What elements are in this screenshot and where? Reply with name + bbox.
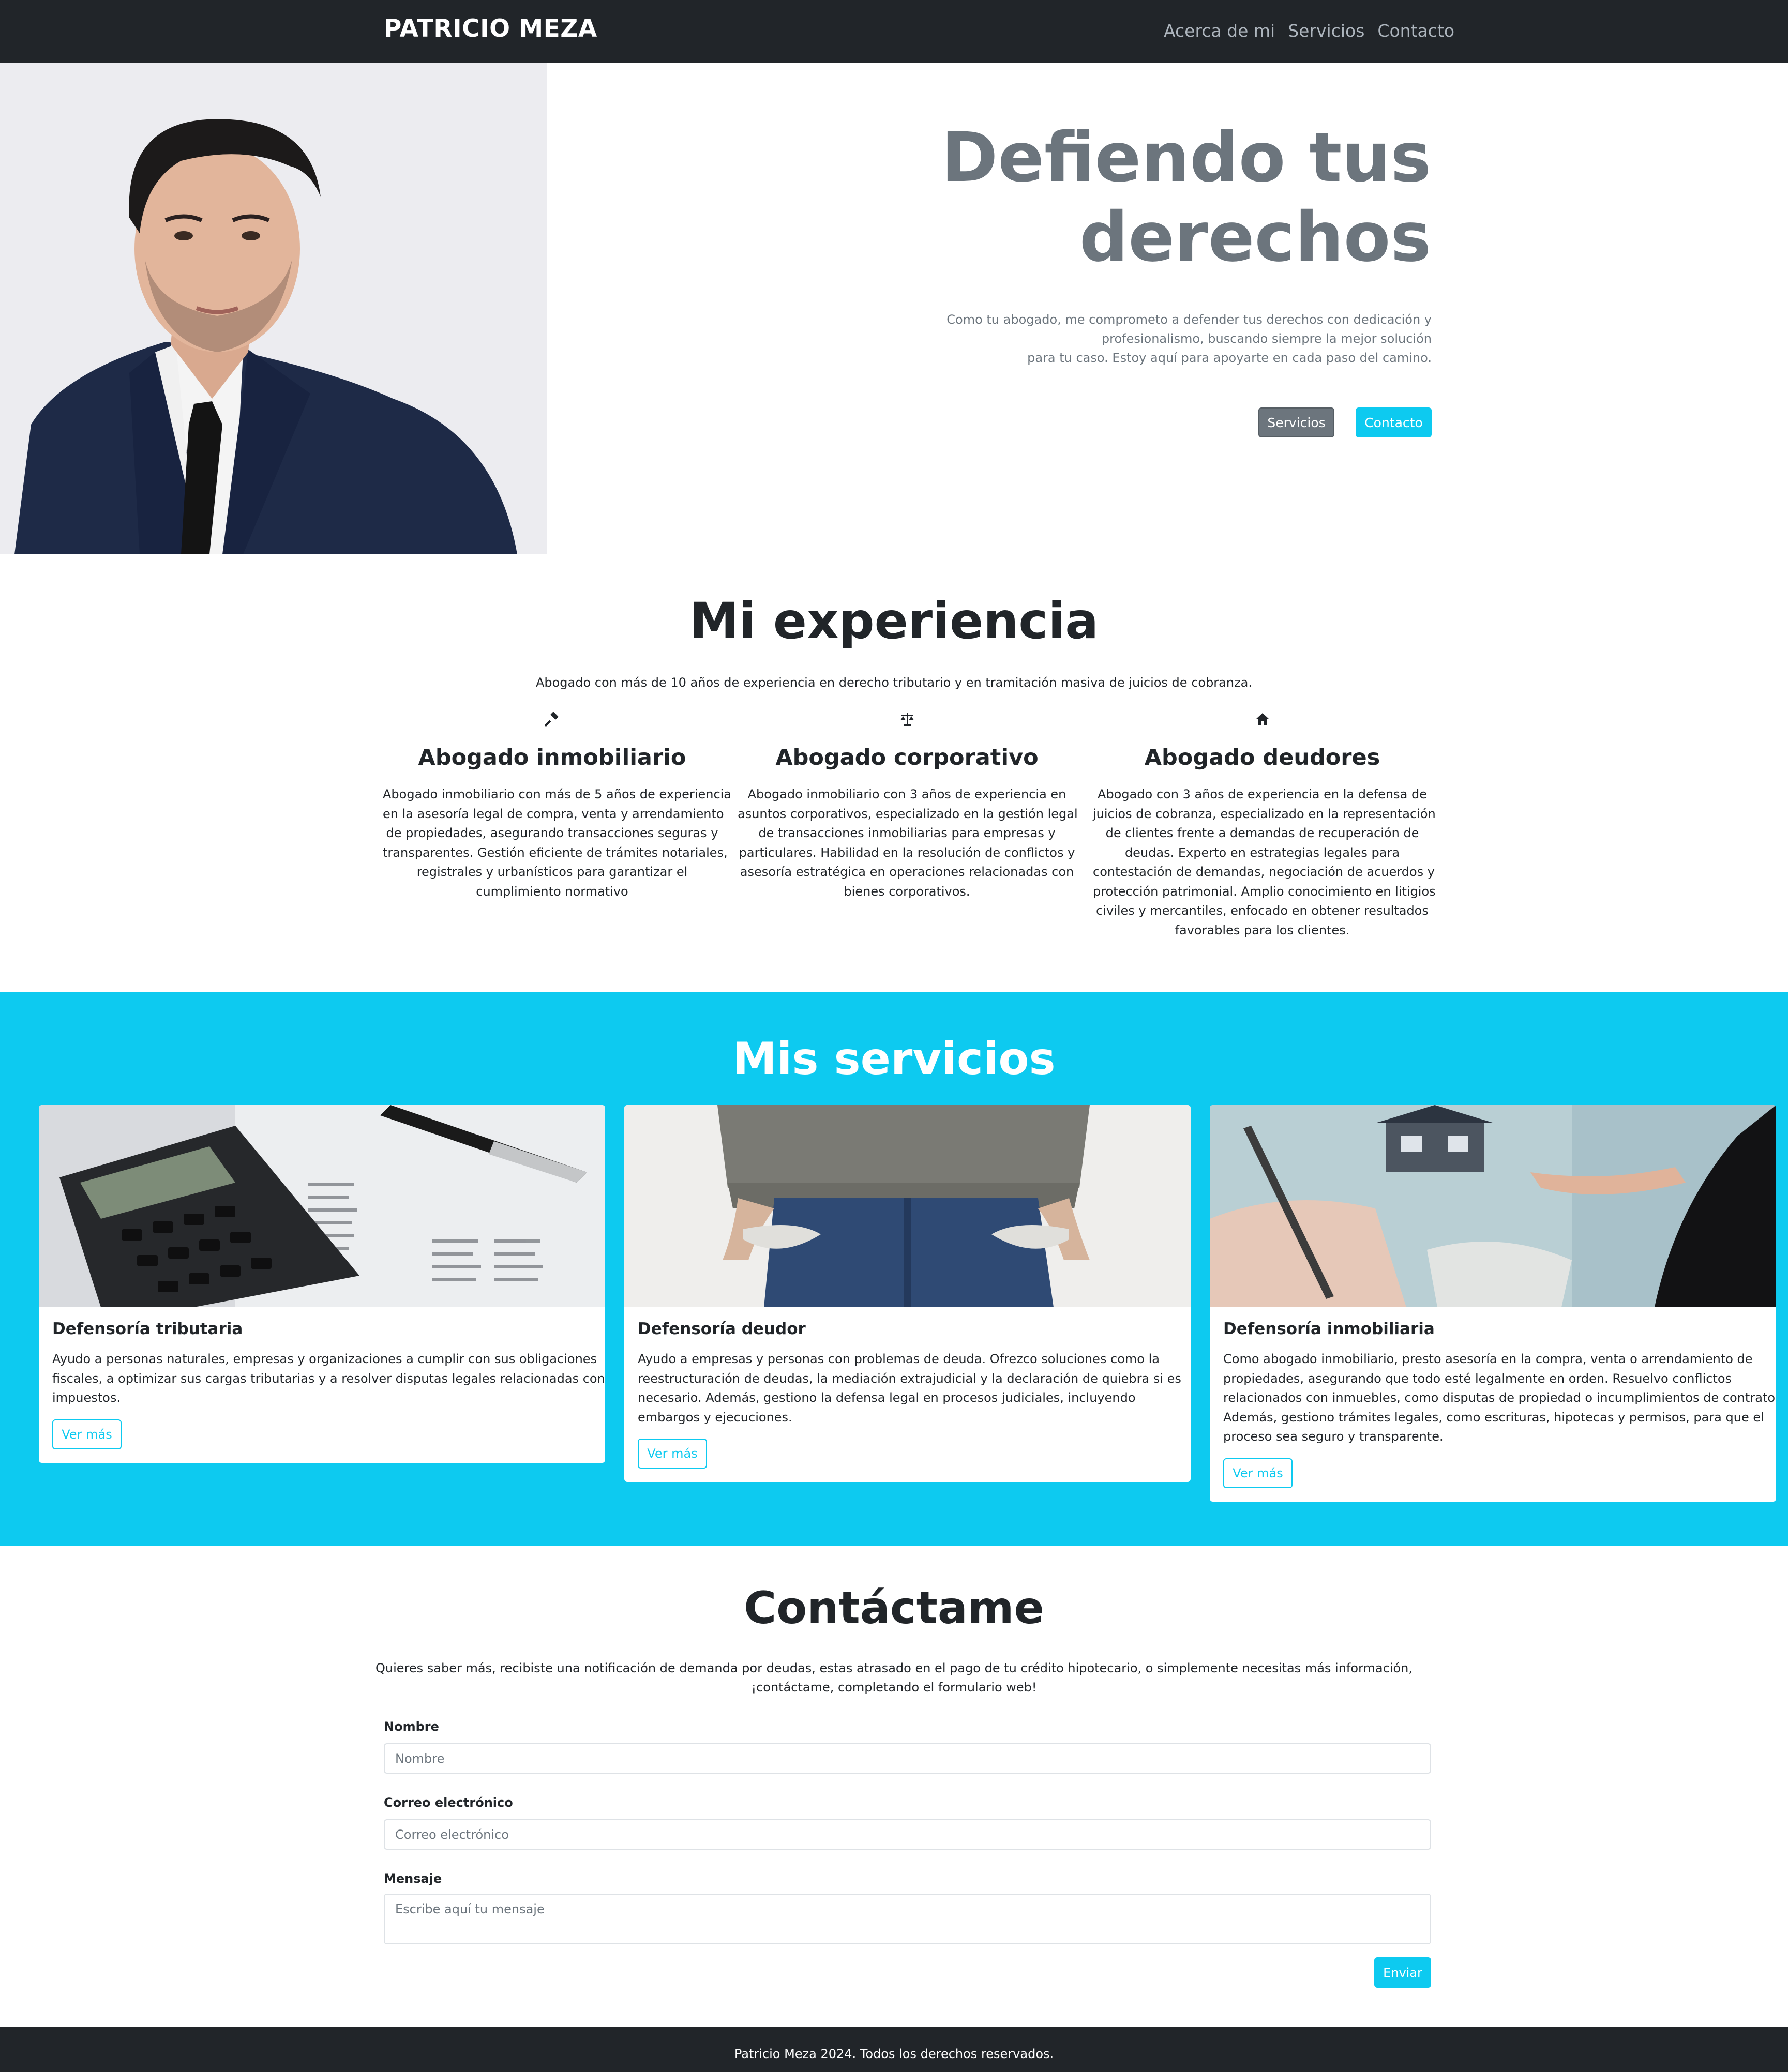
text-line: relacionados con inmuebles, como disputa… [1223,1390,1776,1405]
calculator-image [39,1105,605,1307]
hero-title: Defiendo tus derechos [569,118,1431,277]
empty-pockets-image [624,1105,1191,1307]
hero-services-button[interactable]: Servicios [1258,407,1334,437]
gavel-icon [544,712,558,727]
card-body: Defensoría inmobiliaria Como abogado inm… [1210,1307,1776,1502]
portrait-illustration [0,63,547,554]
text-line: favorables para los clientes. [1175,922,1350,937]
see-more-button[interactable]: Ver más [1223,1458,1293,1488]
name-label: Nombre [384,1719,439,1734]
services-section: Mis servicios Defensoría tributaria Ayud… [0,992,1788,1546]
hero-text-line: Como tu abogado, me comprometo a defende… [946,312,1432,327]
submit-button[interactable]: Enviar [1374,1957,1431,1988]
nav-link-about[interactable]: Acerca de mi [1164,21,1275,41]
service-card-tributaria: Defensoría tributaria Ayudo a personas n… [39,1105,605,1463]
text-line: Como abogado inmobiliario, presto asesor… [1223,1352,1753,1366]
contact-intro: Quieres saber más, recibiste una notific… [0,1659,1788,1697]
card-text: Ayudo a personas naturales, empresas y o… [52,1350,605,1408]
name-input[interactable] [384,1743,1431,1774]
text-line: deudas. Experto en estrategias legales p… [1124,845,1400,860]
see-more-button[interactable]: Ver más [638,1439,707,1469]
email-label: Correo electrónico [384,1795,513,1810]
text-line: transparentes. Gestión eficiente de trám… [383,845,728,860]
text-line: asesoría estratégica en operaciones rela… [740,865,1074,879]
text-line: Ayudo a empresas y personas con problema… [638,1352,1160,1366]
hero-text-line: para tu caso. Estoy aquí para apoyarte e… [1027,351,1432,365]
navbar: PATRICIO MEZA Acerca de mi Servicios Con… [0,0,1788,63]
experience-item-corporativo: Abogado corporativo Abogado inmobiliario… [738,712,1078,901]
text-line: contestación de demandas, negociación de… [1093,865,1435,879]
scale-icon [900,713,914,726]
text-line: embargos y ejecuciones. [638,1410,792,1425]
house-in-hand-illustration [1210,1105,1776,1307]
house-in-hand-image [1210,1105,1776,1307]
text-line: propiedades, asegurando que todo esté le… [1223,1371,1732,1386]
card-body: Defensoría tributaria Ayudo a personas n… [39,1307,605,1463]
text-line: impuestos. [52,1390,121,1405]
experience-item-deudores: Abogado deudores Abogado con 3 años de e… [1093,712,1436,940]
card-title: Defensoría tributaria [52,1320,243,1338]
text-line: de transacciones inmobiliarias para empr… [758,826,1056,840]
text-line: reestructuración de deudas, la mediación… [638,1371,1181,1386]
text-line: proceso sea seguro y transparente. [1223,1429,1444,1444]
hero-contact-button[interactable]: Contacto [1356,407,1432,437]
text-line: Abogado con 3 años de experiencia en la … [1098,787,1427,801]
text-line: fiscales, a optimizar sus cargas tributa… [52,1371,605,1386]
contact-title: Contáctame [744,1582,1044,1634]
card-title: Defensoría inmobiliaria [1223,1320,1435,1338]
house-icon [1255,713,1269,725]
card-title: Defensoría deudor [638,1320,806,1338]
text-line: necesario. Además, gestiono la defensa l… [638,1390,1136,1405]
text-line: protección patrimonial. Amplio conocimie… [1093,884,1436,899]
experience-item-title: Abogado corporativo [775,745,1039,770]
nav-link-services[interactable]: Servicios [1288,21,1364,41]
see-more-button[interactable]: Ver más [52,1419,122,1449]
card-text: Ayudo a empresas y personas con problema… [638,1350,1181,1427]
text-line: juicios de cobranza, especializado en la… [1093,806,1436,821]
calculator-illustration [39,1105,605,1307]
nav-links: Acerca de mi Servicios Contacto [1164,21,1454,41]
text-line: asuntos corporativos, especializado en l… [738,806,1078,821]
card-body: Defensoría deudor Ayudo a empresas y per… [624,1307,1191,1482]
experience-item-text: Abogado con 3 años de experiencia en la … [1093,785,1436,940]
nav-link-contact[interactable]: Contacto [1377,21,1454,41]
message-label: Mensaje [384,1871,442,1886]
service-card-inmobiliaria: Defensoría inmobiliaria Como abogado inm… [1210,1105,1776,1502]
empty-pockets-illustration [624,1105,1191,1307]
text-line: en la asesoría legal de compra, venta y … [383,806,724,821]
text-line: bienes corporativos. [844,884,970,899]
experience-item-title: Abogado inmobiliario [418,745,686,770]
email-input[interactable] [384,1819,1431,1850]
experience-item-text: Abogado inmobiliario con más de 5 años d… [383,785,732,901]
text-line: Abogado inmobiliario con 3 años de exper… [747,787,1066,801]
brand-logo[interactable]: PATRICIO MEZA [384,14,597,43]
text-line: registrales y urbanísticos para garantiz… [416,865,688,879]
text-line: Abogado inmobiliario con más de 5 años d… [383,787,732,801]
service-card-deudor: Defensoría deudor Ayudo a empresas y per… [624,1105,1191,1482]
text-line: cumplimiento normativo [476,884,628,899]
text-line: ¡contáctame, completando el formulario w… [751,1680,1037,1695]
hero-text-line: profesionalismo, buscando siempre la mej… [1101,331,1432,346]
text-line: civiles y mercantiles, enfocado en obten… [1096,903,1429,918]
hero-title-line1: Defiendo tus [941,118,1431,198]
text-line: Además, gestiono trámites legales, como … [1223,1410,1764,1425]
text-line: de clientes frente a demandas de recuper… [1105,826,1419,840]
experience-subtitle: Abogado con más de 10 años de experienci… [535,675,1253,690]
experience-item-title: Abogado deudores [1144,745,1380,770]
message-textarea[interactable] [384,1894,1431,1944]
experience-item-inmobiliario: Abogado inmobiliario Abogado inmobiliari… [383,712,732,901]
hero-description: Como tu abogado, me comprometo a defende… [879,310,1432,368]
hero-portrait-photo [0,63,547,554]
text-line: de propiedades, asegurando transacciones… [386,826,718,840]
footer-copyright: Patricio Meza 2024. Todos los derechos r… [734,2047,1054,2061]
text-line: Quieres saber más, recibiste una notific… [375,1661,1413,1675]
hero-title-line2: derechos [1079,198,1431,277]
experience-title: Mi experiencia [689,592,1099,650]
services-title: Mis servicios [732,1033,1056,1085]
text-line: Ayudo a personas naturales, empresas y o… [52,1352,597,1366]
footer: Patricio Meza 2024. Todos los derechos r… [0,2027,1788,2072]
experience-item-text: Abogado inmobiliario con 3 años de exper… [738,785,1078,901]
card-text: Como abogado inmobiliario, presto asesor… [1223,1350,1776,1447]
text-line: particulares. Habilidad en la resolución… [739,845,1075,860]
